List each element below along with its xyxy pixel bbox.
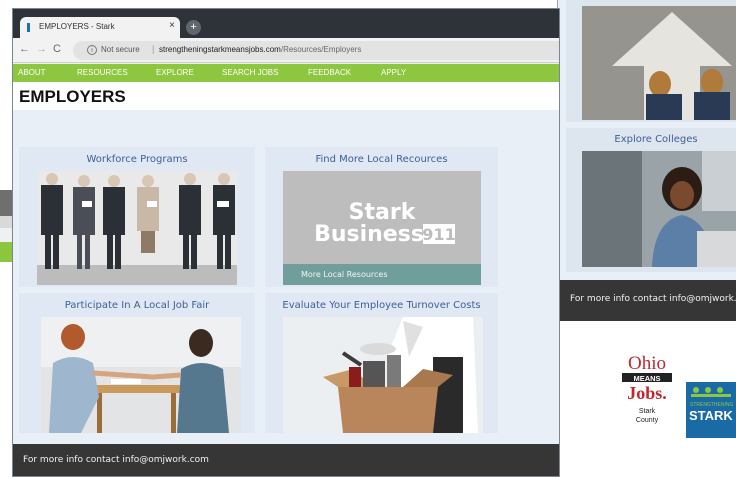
address-bar: ← → C i Not secure | strengtheningstarkm… — [13, 38, 559, 63]
contact-label: For more info contact — [23, 455, 120, 465]
handshake-photo[interactable] — [41, 317, 241, 433]
arrow-card[interactable] — [566, 0, 736, 122]
nav-feedback[interactable]: FEEDBACK — [308, 68, 351, 77]
explore-colleges-card[interactable]: Explore Colleges — [566, 128, 736, 272]
background-browser-window: Explore Colleges For more info contact i… — [557, 0, 736, 321]
favicon-icon — [27, 23, 36, 32]
badge-911-text: 911 — [422, 225, 455, 244]
new-tab-button[interactable]: + — [186, 20, 201, 35]
tab-employers[interactable]: EMPLOYERS - Stark × — [20, 17, 180, 38]
workforce-programs-card[interactable]: Workforce Programs — [19, 147, 255, 287]
footer: For more info contact info@omjwork.com — [13, 444, 559, 476]
page-header: EMPLOYERS — [13, 82, 559, 110]
footer: For more info contact info@omjwork.com — [558, 280, 736, 321]
arrow-photo[interactable] — [582, 6, 736, 120]
card-title[interactable]: Find More Local Recources — [265, 154, 498, 165]
tab-bar: EMPLOYERS - Stark × + — [13, 9, 559, 38]
page-title: EMPLOYERS — [19, 87, 126, 106]
student-laptop-photo[interactable] — [582, 151, 736, 267]
card-title[interactable]: Evaluate Your Employee Turnover Costs — [265, 300, 498, 311]
svg-text:MEANS: MEANS — [633, 374, 660, 383]
card-title[interactable]: Workforce Programs — [19, 154, 255, 165]
contact-email-link[interactable]: info@omjwork.com — [122, 455, 209, 465]
back-icon[interactable]: ← — [19, 43, 30, 55]
nav-about[interactable]: ABOUT — [18, 68, 46, 77]
svg-text:STARK: STARK — [689, 408, 733, 423]
nav-explore[interactable]: EXPLORE — [156, 68, 194, 77]
svg-text:Ohio: Ohio — [628, 353, 666, 374]
svg-text:Jobs.: Jobs. — [627, 383, 667, 403]
close-icon[interactable]: × — [169, 20, 175, 31]
main-nav: ABOUT RESOURCES EXPLORE SEARCH JOBS FEED… — [13, 64, 559, 82]
reload-icon[interactable]: C — [53, 43, 61, 55]
security-label: Not secure — [101, 45, 140, 54]
footer-contact: For more info contact info@omjwork.com — [23, 455, 209, 465]
local-resources-card[interactable]: Find More Local Recources Stark Business… — [265, 147, 498, 287]
moving-box-photo[interactable] — [283, 317, 483, 433]
strengthening-stark-logo: STRENGTHENING STARK — [686, 382, 736, 438]
url-input[interactable]: i Not secure | strengtheningstarkmeansjo… — [73, 41, 559, 60]
nav-search-jobs[interactable]: SEARCH JOBS — [222, 68, 278, 77]
forward-icon[interactable]: → — [36, 43, 47, 55]
url-domain: strengtheningstarkmeansjobs.com — [159, 45, 281, 54]
nav-resources[interactable]: RESOURCES — [77, 68, 128, 77]
business-people-photo[interactable] — [37, 171, 237, 285]
url-path: /Resources/Employers — [280, 45, 362, 54]
ohio-means-jobs-logo: Ohio MEANS Jobs. Stark County — [616, 351, 678, 437]
nav-apply[interactable]: APPLY — [381, 68, 406, 77]
card-title[interactable]: Explore Colleges — [566, 134, 736, 145]
turnover-costs-card[interactable]: Evaluate Your Employee Turnover Costs — [265, 293, 498, 433]
business-text: Business — [314, 222, 424, 247]
info-icon[interactable]: i — [87, 45, 97, 55]
url-text: strengtheningstarkmeansjobs.com/Resource… — [159, 45, 361, 54]
tab-title: EMPLOYERS - Stark — [39, 22, 115, 31]
browser-window: EMPLOYERS - Stark × + ← → C i Not secure… — [12, 8, 560, 477]
job-fair-card[interactable]: Participate In A Local Job Fair — [19, 293, 255, 433]
stark-business-911-image[interactable]: Stark Business 911 More Local Resources — [283, 171, 481, 285]
stark-business-logo: Stark Business 911 — [314, 200, 456, 247]
more-resources-caption[interactable]: More Local Resources — [283, 264, 481, 285]
card-title[interactable]: Participate In A Local Job Fair — [19, 300, 255, 311]
svg-text:Stark: Stark — [639, 408, 656, 415]
svg-text:County: County — [636, 417, 659, 424]
url-separator: | — [152, 44, 155, 54]
